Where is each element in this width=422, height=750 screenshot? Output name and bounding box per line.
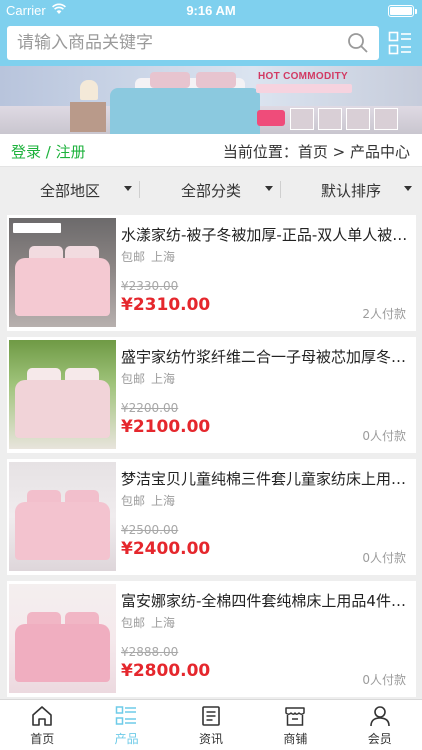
original-price: ¥2200.00 bbox=[121, 401, 179, 415]
sold-count: 0人付款 bbox=[362, 673, 406, 687]
product-image[interactable] bbox=[9, 584, 116, 693]
filter-category-label: 全部分类 bbox=[181, 182, 242, 200]
product-card[interactable]: 盛宇家纺竹浆纤维二合一子母被芯加厚冬… 包邮 上海 ¥2200.00 ¥2100.… bbox=[7, 337, 416, 453]
banner-headline: HOT COMMODITY bbox=[257, 71, 348, 82]
product-card[interactable]: 梦洁宝贝儿童纯棉三件套儿童家纺床上用… 包邮 上海 ¥2500.00 ¥2400.… bbox=[7, 459, 416, 575]
tab-products-label: 产品 bbox=[114, 732, 139, 746]
search-box[interactable] bbox=[7, 26, 379, 60]
shipping-label: 包邮 bbox=[121, 250, 146, 264]
product-meta: 包邮 上海 bbox=[121, 370, 175, 387]
tab-store[interactable]: 商铺 bbox=[253, 700, 337, 750]
product-meta: 包邮 上海 bbox=[121, 492, 175, 509]
original-price: ¥2888.00 bbox=[121, 645, 179, 659]
search-icon[interactable] bbox=[347, 32, 369, 54]
product-meta: 包邮 上海 bbox=[121, 248, 175, 265]
tab-member[interactable]: 会员 bbox=[338, 700, 422, 750]
sold-count: 0人付款 bbox=[362, 551, 406, 565]
status-time: 9:16 AM bbox=[186, 3, 236, 18]
tab-products[interactable]: 产品 bbox=[84, 700, 168, 750]
chevron-down-icon bbox=[124, 186, 132, 191]
filter-sort-label: 默认排序 bbox=[321, 182, 382, 200]
product-image[interactable] bbox=[9, 218, 116, 327]
product-image[interactable] bbox=[9, 340, 116, 449]
login-link[interactable]: 登录 bbox=[11, 143, 41, 161]
sale-price: ¥2310.00 bbox=[121, 295, 211, 315]
product-image[interactable] bbox=[9, 462, 116, 571]
search-input[interactable] bbox=[17, 26, 337, 60]
tab-store-label: 商铺 bbox=[283, 732, 308, 746]
app-header: Carrier 9:16 AM bbox=[0, 0, 422, 66]
login-separator: / bbox=[41, 143, 56, 161]
login-register: 登录 / 注册 bbox=[11, 141, 86, 162]
breadcrumb: 当前位置：首页 > 产品中心 bbox=[222, 143, 410, 161]
original-price: ¥2500.00 bbox=[121, 523, 179, 537]
sold-count: 2人付款 bbox=[362, 307, 406, 321]
location-label: 上海 bbox=[151, 494, 176, 508]
product-title[interactable]: 富安娜家纺-全棉四件套纯棉床上用品4件… bbox=[121, 590, 411, 611]
news-icon bbox=[201, 706, 220, 726]
chevron-down-icon bbox=[404, 186, 412, 191]
filter-bar: 全部地区 全部分类 默认排序 bbox=[0, 172, 422, 206]
shipping-label: 包邮 bbox=[121, 372, 146, 386]
status-bar: Carrier 9:16 AM bbox=[0, 0, 422, 22]
location-label: 上海 bbox=[151, 250, 176, 264]
chevron-down-icon bbox=[265, 186, 273, 191]
tab-home[interactable]: 首页 bbox=[0, 700, 84, 750]
product-title[interactable]: 盛宇家纺竹浆纤维二合一子母被芯加厚冬… bbox=[121, 346, 411, 367]
login-bar: 登录 / 注册 当前位置：首页 > 产品中心 bbox=[0, 134, 422, 167]
sale-price: ¥2800.00 bbox=[121, 661, 211, 681]
tab-news[interactable]: 资讯 bbox=[169, 700, 253, 750]
list-icon bbox=[116, 706, 137, 725]
sale-price: ¥2100.00 bbox=[121, 417, 211, 437]
register-link[interactable]: 注册 bbox=[56, 143, 86, 161]
product-title[interactable]: 梦洁宝贝儿童纯棉三件套儿童家纺床上用… bbox=[121, 468, 411, 489]
tab-home-label: 首页 bbox=[30, 732, 55, 746]
filter-category[interactable]: 全部分类 bbox=[141, 172, 281, 206]
battery-icon bbox=[388, 5, 417, 17]
user-icon bbox=[369, 706, 390, 727]
product-title[interactable]: 水漾家纺-被子冬被加厚-正品-双人单人被… bbox=[121, 224, 411, 245]
filter-region[interactable]: 全部地区 bbox=[0, 172, 140, 206]
product-card[interactable]: 富安娜家纺-全棉四件套纯棉床上用品4件… 包邮 上海 ¥2888.00 ¥2800… bbox=[7, 581, 416, 697]
sold-count: 0人付款 bbox=[362, 429, 406, 443]
filter-region-label: 全部地区 bbox=[40, 182, 101, 200]
sale-price: ¥2400.00 bbox=[121, 539, 211, 559]
category-menu-icon[interactable] bbox=[388, 31, 412, 55]
location-label: 上海 bbox=[151, 372, 176, 386]
original-price: ¥2330.00 bbox=[121, 279, 179, 293]
promo-banner[interactable]: HOT COMMODITY bbox=[0, 66, 422, 134]
bottom-tab-bar: 首页 产品 资讯 商铺 会员 bbox=[0, 699, 422, 750]
tab-member-label: 会员 bbox=[367, 732, 392, 746]
shipping-label: 包邮 bbox=[121, 494, 146, 508]
home-icon bbox=[32, 706, 52, 726]
tab-news-label: 资讯 bbox=[198, 732, 223, 746]
product-card[interactable]: 水漾家纺-被子冬被加厚-正品-双人单人被… 包邮 上海 ¥2330.00 ¥231… bbox=[7, 215, 416, 331]
shipping-label: 包邮 bbox=[121, 616, 146, 630]
location-label: 上海 bbox=[151, 616, 176, 630]
product-meta: 包邮 上海 bbox=[121, 614, 175, 631]
filter-sort[interactable]: 默认排序 bbox=[282, 172, 422, 206]
store-icon bbox=[285, 707, 305, 726]
